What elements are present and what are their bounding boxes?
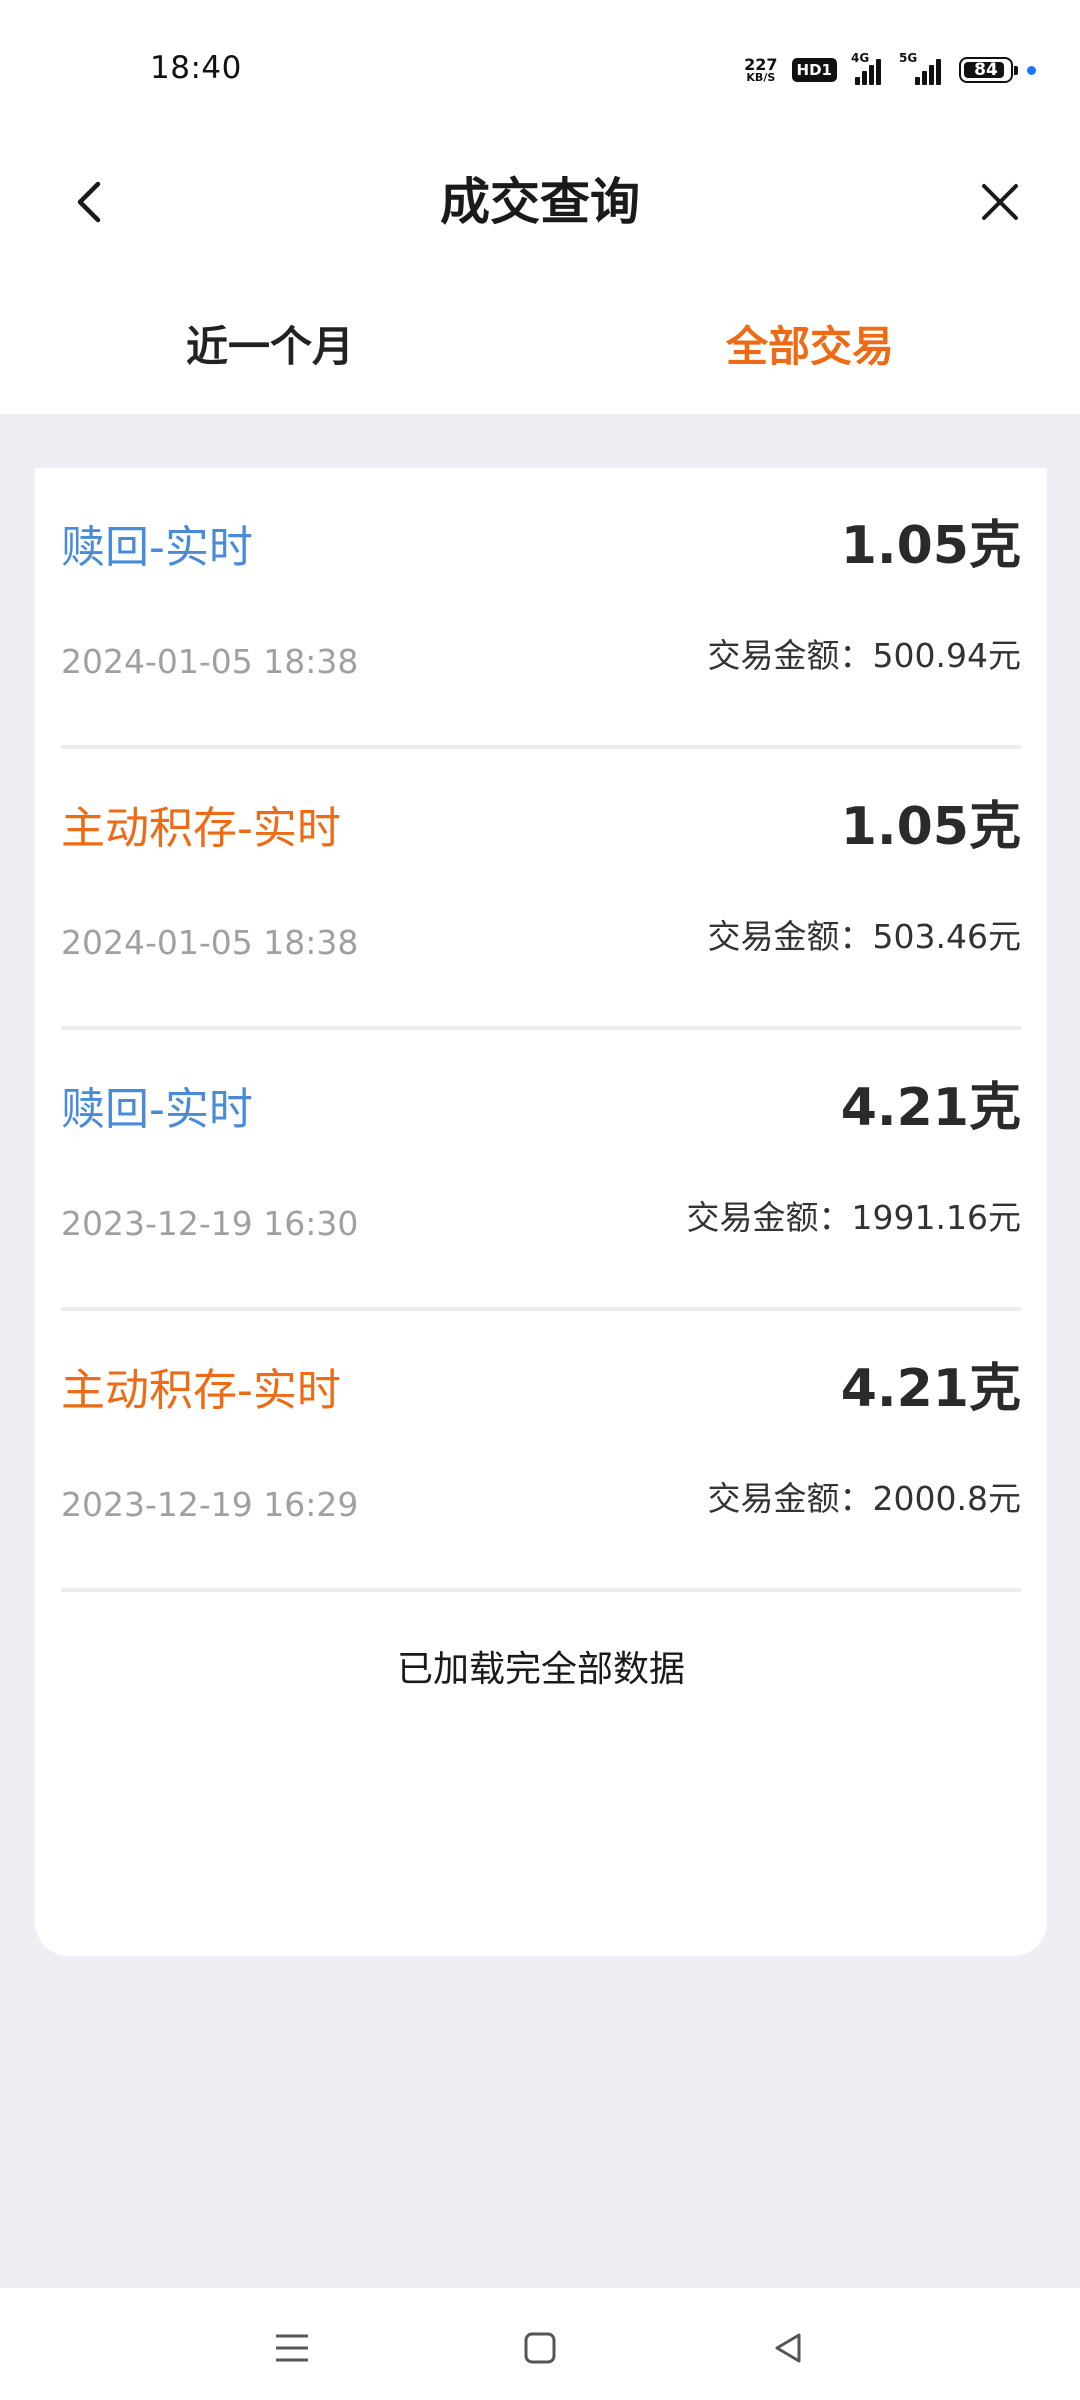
hd-icon: HD1: [791, 58, 837, 82]
network-speed: 227 KB/S: [744, 55, 778, 84]
list-item[interactable]: 赎回-实时 4.21克 2023-12-19 16:30 交易金额：1991.1…: [61, 1030, 1021, 1311]
notification-dot: [1027, 65, 1036, 75]
transaction-type: 主动积存-实时: [61, 1365, 341, 1416]
transaction-weight: 4.21克: [840, 1078, 1021, 1138]
status-bar: 18:40 227 KB/S HD1 4G 5G 84: [0, 0, 1080, 142]
transaction-date: 2024-01-05 18:38: [61, 642, 359, 681]
transaction-type: 主动积存-实时: [61, 803, 341, 854]
transaction-type: 赎回-实时: [61, 522, 253, 573]
transaction-amount: 交易金额：500.94元: [707, 636, 1021, 675]
close-icon: [982, 184, 1018, 220]
close-button[interactable]: [960, 167, 1040, 237]
transaction-weight: 4.21克: [840, 1359, 1021, 1419]
transaction-date: 2023-12-19 16:29: [61, 1485, 359, 1524]
signal-4g-icon: 4G: [851, 51, 885, 85]
list-item[interactable]: 赎回-实时 1.05克 2024-01-05 18:38 交易金额：500.94…: [61, 468, 1021, 749]
signal-5g-label: 5G: [899, 51, 918, 65]
transaction-list: 赎回-实时 1.05克 2024-01-05 18:38 交易金额：500.94…: [35, 468, 1047, 1956]
signal-4g-label: 4G: [851, 51, 870, 65]
transaction-date: 2024-01-05 18:38: [61, 923, 359, 962]
header: 成交查询: [0, 142, 1080, 272]
transaction-amount: 交易金额：1991.16元: [686, 1198, 1021, 1237]
menu-icon: [276, 2334, 308, 2362]
battery-level: 84: [974, 60, 998, 80]
signal-5g-icon: 5G: [899, 51, 945, 85]
network-speed-value: 227: [744, 55, 778, 74]
back-nav-button[interactable]: [758, 2318, 818, 2378]
tab-bar: 近一个月 全部交易: [0, 272, 1080, 414]
home-button[interactable]: [510, 2318, 570, 2378]
status-icons: 227 KB/S HD1 4G 5G 84: [744, 51, 1036, 88]
back-triangle-icon: [775, 2333, 801, 2363]
transaction-weight: 1.05克: [840, 797, 1021, 857]
list-item[interactable]: 主动积存-实时 4.21克 2023-12-19 16:29 交易金额：2000…: [61, 1311, 1021, 1592]
all-loaded-text: 已加载完全部数据: [396, 1649, 685, 1690]
transaction-weight: 1.05克: [840, 516, 1021, 576]
tab-all-transactions[interactable]: 全部交易: [540, 272, 1080, 414]
system-nav-bar: [0, 2288, 1080, 2400]
status-time: 18:40: [150, 50, 242, 86]
transaction-amount: 交易金额：503.46元: [707, 917, 1021, 956]
tab-recent-month[interactable]: 近一个月: [0, 272, 540, 414]
battery-icon: 84: [959, 57, 1018, 83]
transaction-amount: 交易金额：2000.8元: [707, 1479, 1021, 1518]
page-title: 成交查询: [440, 173, 640, 231]
network-speed-unit: KB/S: [746, 71, 776, 84]
transaction-type: 赎回-实时: [61, 1084, 253, 1135]
transaction-date: 2023-12-19 16:30: [61, 1204, 359, 1243]
home-square-icon: [524, 2332, 556, 2364]
menu-button[interactable]: [262, 2318, 322, 2378]
list-item[interactable]: 主动积存-实时 1.05克 2024-01-05 18:38 交易金额：503.…: [61, 749, 1021, 1030]
